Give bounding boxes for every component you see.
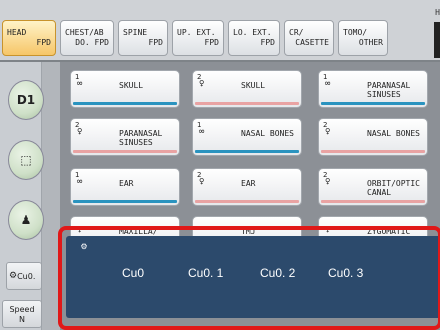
tab-chest-abdo-fpd[interactable]: CHEST/AB DO. FPD [60,20,114,56]
tab-label-line1: HEAD [7,28,27,37]
tab-spine-fpd[interactable]: SPINE FPD [118,20,168,56]
projection-icon: ♀ [325,127,331,137]
tab-head-fpd[interactable]: HEAD FPD [2,20,56,56]
protocol-paranasal-sinuses-1[interactable]: 1 ∞ PARANASAL SINUSES [318,70,428,108]
protocol-label: SKULL [241,81,266,90]
protocol-skull-1[interactable]: 1 ∞ SKULL [70,70,180,108]
protocol-label: ORBIT/OPTIC CANAL [367,179,420,197]
patient-position-button[interactable]: ♟ [8,200,44,240]
protocol-bar [73,102,177,105]
speed-label: Speed [9,305,35,314]
protocol-bar [73,150,177,153]
protocol-label: PARANASAL SINUSES [367,81,411,99]
tab-label-line2: OTHER [358,38,383,47]
protocol-label: PARANASAL SINUSES [119,129,163,147]
protocol-label: NASAL BONES [241,129,294,138]
protocol-nasal-bones-1[interactable]: 1 ∞ NASAL BONES [192,118,302,156]
protocol-bar [195,150,299,153]
protocol-bar [321,150,425,153]
tab-up-ext-fpd[interactable]: UP. EXT. FPD [172,20,224,56]
right-edge-panel [434,22,440,58]
protocol-skull-2[interactable]: 2 ♀ SKULL [192,70,302,108]
protocol-bar [195,102,299,105]
tab-tomo-other[interactable]: TOMO/ OTHER [338,20,388,56]
projection-icon: ♀ [199,79,205,89]
tab-label-line2: DO. FPD [75,38,109,47]
tab-cr-casette[interactable]: CR/ CASETTE [284,20,334,56]
tab-label-line1: TOMO/ [343,28,368,37]
protocol-bar [73,200,177,203]
field-icon: ⬚ [20,153,32,167]
tab-label-line1: LO. EXT. [233,28,272,37]
protocol-label: EAR [119,179,134,188]
projection-icon: ∞ [325,79,331,89]
protocol-label: NASAL BONES [367,129,420,138]
corner-label: H [435,8,440,17]
field-select-button[interactable]: ⬚ [8,140,44,180]
detector-d1-button[interactable]: D1 [8,80,44,120]
tab-label-line2: FPD [204,38,219,47]
tab-label-line2: CASETTE [295,38,329,47]
projection-icon: ∞ [199,127,205,137]
projection-icon: ∞ [77,177,83,187]
protocol-bar [321,200,425,203]
tab-label-line1: CHEST/AB [65,28,104,37]
cu-filter-button[interactable]: ⚙ Cu0. [6,262,42,290]
tab-label-line2: FPD [148,38,163,47]
projection-icon: ♀ [77,127,83,137]
category-tab-bar: HEAD FPD CHEST/AB DO. FPD SPINE FPD UP. … [0,0,440,62]
tab-label-line1: CR/ [289,28,304,37]
projection-icon: ♀ [199,177,205,187]
protocol-nasal-bones-2[interactable]: 2 ♀ NASAL BONES [318,118,428,156]
tab-label-line2: FPD [260,38,275,47]
projection-icon: ∞ [77,79,83,89]
protocol-label: SKULL [119,81,144,90]
tab-lo-ext-fpd[interactable]: LO. EXT. FPD [228,20,280,56]
protocol-bar [195,200,299,203]
protocol-paranasal-sinuses-2[interactable]: 2 ♀ PARANASAL SINUSES [70,118,180,156]
protocol-label: EAR [241,179,256,188]
speed-value: N [19,315,25,324]
filter-icon: ⚙ [9,271,18,281]
cu-filter-label: Cu0. [17,271,36,281]
detector-icon: D1 [16,93,36,107]
speed-button[interactable]: Speed N [2,300,42,328]
protocol-bar [321,102,425,105]
person-icon: ♟ [20,213,32,227]
protocol-orbit-optic-canal-2[interactable]: 2 ♀ ORBIT/OPTIC CANAL [318,168,428,206]
protocol-ear-1[interactable]: 1 ∞ EAR [70,168,180,206]
projection-icon: ♀ [325,177,331,187]
protocol-ear-2[interactable]: 2 ♀ EAR [192,168,302,206]
tab-label-line2: FPD [36,38,51,47]
highlight-frame [58,226,440,330]
tab-label-line1: UP. EXT. [177,28,216,37]
tab-label-line1: SPINE [123,28,148,37]
